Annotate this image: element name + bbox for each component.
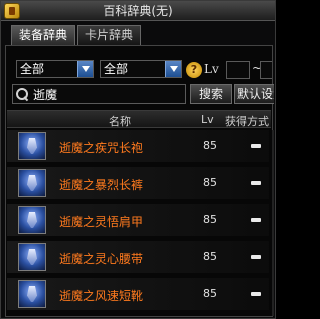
item-level: 85 (203, 176, 217, 189)
tab-card-dictionary[interactable]: 卡片辞典 (77, 25, 141, 45)
category-select-2[interactable]: 全部 (100, 60, 182, 78)
item-name: 逝魔之灵悟肩甲 (59, 215, 144, 229)
dropdown-arrow-icon[interactable] (77, 61, 93, 77)
item-level: 85 (203, 139, 217, 152)
belt-icon[interactable] (18, 243, 46, 271)
column-header-name[interactable]: 名称 (109, 113, 131, 129)
item-name: 逝魔之疾咒长袍 (59, 141, 144, 155)
category-select-2-value: 全部 (104, 62, 129, 76)
table-row[interactable]: 逝魔之疾咒长袍 85 (7, 130, 269, 162)
pants-icon[interactable] (18, 169, 46, 197)
tab-bar: 装备辞典 卡片辞典 (11, 25, 141, 45)
help-icon[interactable]: ? (186, 62, 202, 78)
lv-label: Lv (204, 62, 219, 76)
encyclopedia-window: 百科辞典(无) 装备辞典 卡片辞典 全部 全部 ? Lv ~ 搜索 默认设置 名… (0, 0, 276, 319)
column-header-lv[interactable]: Lv (201, 113, 214, 126)
search-button[interactable]: 搜索 (190, 84, 232, 104)
category-select-1[interactable]: 全部 (16, 60, 94, 78)
item-level: 85 (203, 287, 217, 300)
content-panel: 全部 全部 ? Lv ~ 搜索 默认设置 名称 Lv 获得方式 逝魔之疾咒长袍 … (5, 45, 274, 317)
search-box[interactable] (12, 84, 186, 104)
table-row[interactable]: 逝魔之暴烈长裤 85 (7, 167, 269, 199)
app-logo-icon (4, 3, 20, 19)
dropdown-arrow-icon[interactable] (165, 61, 181, 77)
shoulder-armor-icon[interactable] (18, 206, 46, 234)
list-scrollbar[interactable] (272, 130, 274, 316)
item-name: 逝魔之暴烈长裤 (59, 178, 144, 192)
table-row[interactable]: 逝魔之风速短靴 85 (7, 278, 269, 310)
reset-defaults-button[interactable]: 默认设置 (234, 84, 274, 104)
search-icon (16, 88, 28, 100)
tab-equipment-dictionary[interactable]: 装备辞典 (11, 25, 75, 45)
acquire-none-icon (251, 181, 261, 185)
table-row[interactable]: 逝魔之灵心腰带 85 (7, 241, 269, 273)
acquire-none-icon (251, 292, 261, 296)
item-name: 逝魔之灵心腰带 (59, 252, 144, 266)
item-list: 逝魔之疾咒长袍 85 逝魔之暴烈长裤 85 逝魔之灵悟肩甲 85 逝魔之灵心腰带… (7, 130, 271, 316)
item-level: 85 (203, 250, 217, 263)
acquire-none-icon (251, 218, 261, 222)
lv-max-input[interactable] (260, 61, 272, 79)
category-select-1-value: 全部 (20, 62, 45, 76)
item-level: 85 (203, 213, 217, 226)
item-name: 逝魔之风速短靴 (59, 289, 144, 303)
acquire-none-icon (251, 144, 261, 148)
table-row[interactable]: 逝魔之灵悟肩甲 85 (7, 204, 269, 236)
boots-icon[interactable] (18, 280, 46, 308)
window-title: 百科辞典(无) (103, 4, 173, 18)
robe-icon[interactable] (18, 132, 46, 160)
lv-min-input[interactable] (226, 61, 250, 79)
acquire-none-icon (251, 255, 261, 259)
column-header-acquire[interactable]: 获得方式 (225, 113, 269, 129)
title-bar[interactable]: 百科辞典(无) (1, 1, 275, 21)
search-input[interactable] (33, 86, 183, 102)
table-header: 名称 Lv 获得方式 (7, 110, 271, 128)
